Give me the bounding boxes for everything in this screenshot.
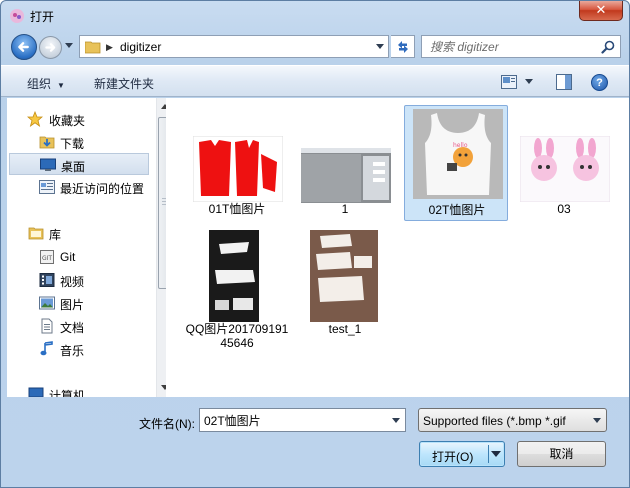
download-folder-icon [39,136,55,149]
desktop-icon [40,158,56,171]
file-name: 01T恤图片 [208,202,266,216]
filename-input[interactable] [200,409,385,431]
sidebar-item-music[interactable]: 音乐 [7,338,149,360]
close-icon: ✕ [595,2,607,17]
document-icon [41,318,53,334]
back-button[interactable] [11,34,37,60]
music-icon [40,341,53,356]
folder-icon [85,41,101,54]
file-thumbnail: hello [413,109,503,199]
search-input[interactable] [422,36,597,57]
sidebar-item-label: 图片 [60,298,85,312]
open-file-dialog: 打开 ✕ ▶ digitizer 组织▼ 新建 [0,0,630,488]
chevron-down-icon[interactable] [593,418,601,424]
recent-pages-dropdown-icon[interactable] [65,43,73,49]
sidebar-item-recent-places[interactable]: 最近访问的位置 [7,176,149,198]
sidebar-item-computer[interactable]: 计算机 [7,383,149,397]
filename-combobox[interactable] [199,408,406,432]
file-name: 02T恤图片 [428,203,486,217]
sidebar-item-label: 计算机 [49,389,86,397]
sidebar-item-libraries[interactable]: 库 [7,222,149,244]
sidebar-item-label: 收藏夹 [49,114,86,128]
file-item[interactable]: 1 [293,132,397,222]
sidebar-item-videos[interactable]: 视频 [7,269,149,291]
computer-icon [28,387,44,397]
new-folder-button[interactable]: 新建文件夹 [94,75,154,92]
filetype-select[interactable]: Supported files (*.bmp *.gif [418,408,607,432]
sidebar-item-favorites[interactable]: 收藏夹 [7,108,149,130]
file-name: 1 [341,202,349,216]
file-item[interactable]: 03 [512,132,616,222]
search-icon[interactable] [601,40,615,54]
navigation-pane: 收藏夹 下载 桌面 最近访问的位置 库 GIT Git 视频 图片 文档 音乐 … [7,98,173,397]
close-button[interactable]: ✕ [579,1,623,21]
sidebar-item-label: 下载 [60,137,85,151]
svg-text:GIT: GIT [42,255,52,262]
git-library-icon: GIT [40,250,54,264]
svg-text:hello: hello [453,142,468,149]
file-name: 03 [557,202,571,216]
open-button-label: 打开(O) [432,450,474,464]
split-divider [488,445,489,463]
title-bar: 打开 ✕ [1,1,629,29]
app-icon [10,9,24,23]
star-icon [27,111,43,127]
organize-button[interactable]: 组织 ▼ [27,75,65,92]
file-item[interactable]: 01T恤图片 [185,132,289,222]
sidebar-item-label: 音乐 [60,344,85,358]
filename-label: 文件名(N): [139,417,195,431]
window-title: 打开 [30,10,55,24]
open-options-dropdown-icon[interactable] [491,451,501,458]
sidebar-item-documents[interactable]: 文档 [7,315,149,337]
refresh-icon [398,41,408,53]
cancel-button[interactable]: 取消 [517,441,606,467]
forward-button[interactable] [39,36,62,59]
file-thumbnail [209,230,259,322]
file-item-selected[interactable]: hello 02T恤图片 [404,105,508,221]
file-item[interactable]: test_1 [293,226,397,336]
command-bar: 组织 ▼ 新建文件夹 ? [1,65,629,97]
help-icon[interactable]: ? [591,74,608,91]
back-arrow-icon [18,42,29,52]
preview-pane-icon[interactable] [556,74,572,90]
sidebar-item-label: 库 [49,228,62,242]
recent-places-icon [39,180,55,194]
sidebar-item-downloads[interactable]: 下载 [7,131,149,153]
change-view-icon[interactable] [501,75,517,89]
breadcrumb-chevron-icon[interactable]: ▶ [106,42,113,53]
filetype-value: Supported files (*.bmp *.gif [423,414,566,428]
refresh-button[interactable] [391,35,415,58]
sidebar-item-label: Git [60,250,76,264]
breadcrumb-digitizer[interactable]: digitizer [120,40,161,54]
sidebar-item-label: 视频 [60,275,85,289]
organize-label: 组织 [27,77,52,91]
picture-icon [39,296,55,310]
library-icon [28,227,44,240]
sidebar-item-label: 最近访问的位置 [60,182,145,196]
video-icon [39,273,55,287]
file-item[interactable]: QQ图片20170919145646 [185,226,289,376]
sidebar-item-desktop[interactable]: 桌面 [9,153,149,175]
file-name: QQ图片20170919145646 [185,322,289,350]
file-thumbnail [310,230,378,322]
view-dropdown-icon[interactable] [525,79,533,85]
open-button[interactable]: 打开(O) [419,441,505,467]
sidebar-item-pictures[interactable]: 图片 [7,292,149,314]
address-bar[interactable]: ▶ digitizer [79,35,389,58]
chevron-down-icon[interactable] [392,418,400,424]
search-box[interactable] [421,35,621,58]
sidebar-item-label: 桌面 [61,160,86,174]
sidebar-item-git[interactable]: GIT Git [7,246,149,268]
address-dropdown-icon[interactable] [376,44,384,50]
forward-arrow-icon [45,43,56,52]
file-list-view[interactable]: 01T恤图片 1 hello 02T恤图片 03 QQ图片20170919145… [166,98,629,397]
file-name: test_1 [328,322,362,336]
sidebar-item-label: 文档 [60,321,85,335]
chevron-down-icon: ▼ [57,81,65,90]
